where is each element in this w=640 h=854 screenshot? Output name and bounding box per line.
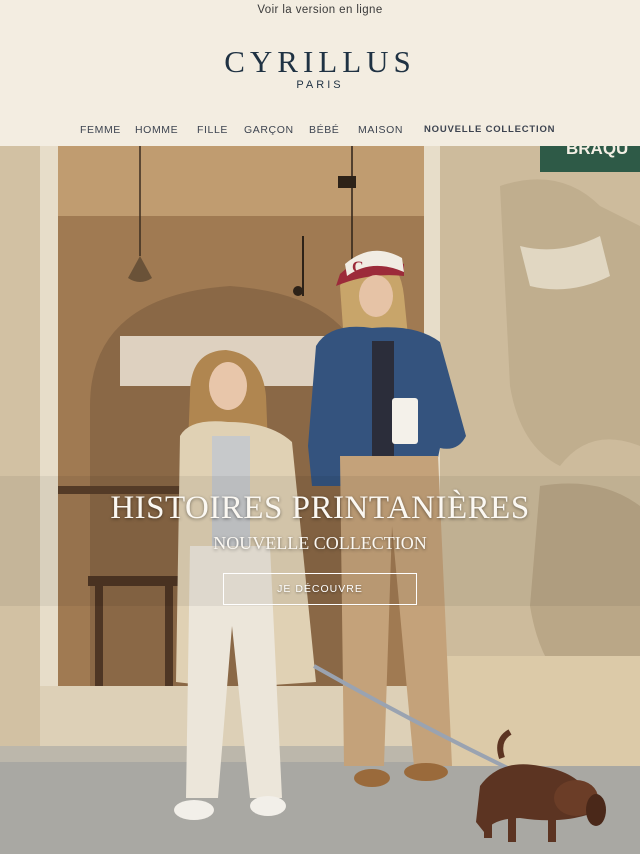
nav-item-homme[interactable]: HOMME (135, 122, 178, 138)
view-online-link[interactable]: Voir la version en ligne (257, 4, 382, 16)
nav-item-maison[interactable]: MAISON (358, 122, 403, 138)
discover-button[interactable]: JE DÉCOUVRE (223, 573, 417, 605)
main-nav: FEMME HOMME FILLE GARÇON BÉBÉ MAISON NOU… (0, 122, 640, 138)
hero-title: HISTOIRES PRINTANIÈRES (110, 490, 530, 526)
cap-letter: C (352, 259, 364, 276)
nav-item-garcon[interactable]: GARÇON (244, 122, 294, 138)
hero-subtitle: NOUVELLE COLLECTION (213, 533, 427, 553)
nav-item-femme[interactable]: FEMME (80, 122, 121, 138)
street-sign-text: BRAQU (566, 146, 628, 158)
nav-item-nouvelle-collection[interactable]: NOUVELLE COLLECTION (424, 122, 555, 138)
brand-name: CYRILLUS (224, 44, 416, 79)
hero-banner[interactable]: BRAQU C HISTOIRES PRINTANIÈRES NOUVELLE … (0, 146, 640, 854)
nav-item-bebe[interactable]: BÉBÉ (309, 122, 339, 138)
top-bar: Voir la version en ligne (0, 0, 640, 16)
nav-item-fille[interactable]: FILLE (197, 122, 228, 138)
brand-city: PARIS (296, 79, 344, 91)
brand-logo[interactable]: CYRILLUS PARIS (0, 44, 640, 92)
